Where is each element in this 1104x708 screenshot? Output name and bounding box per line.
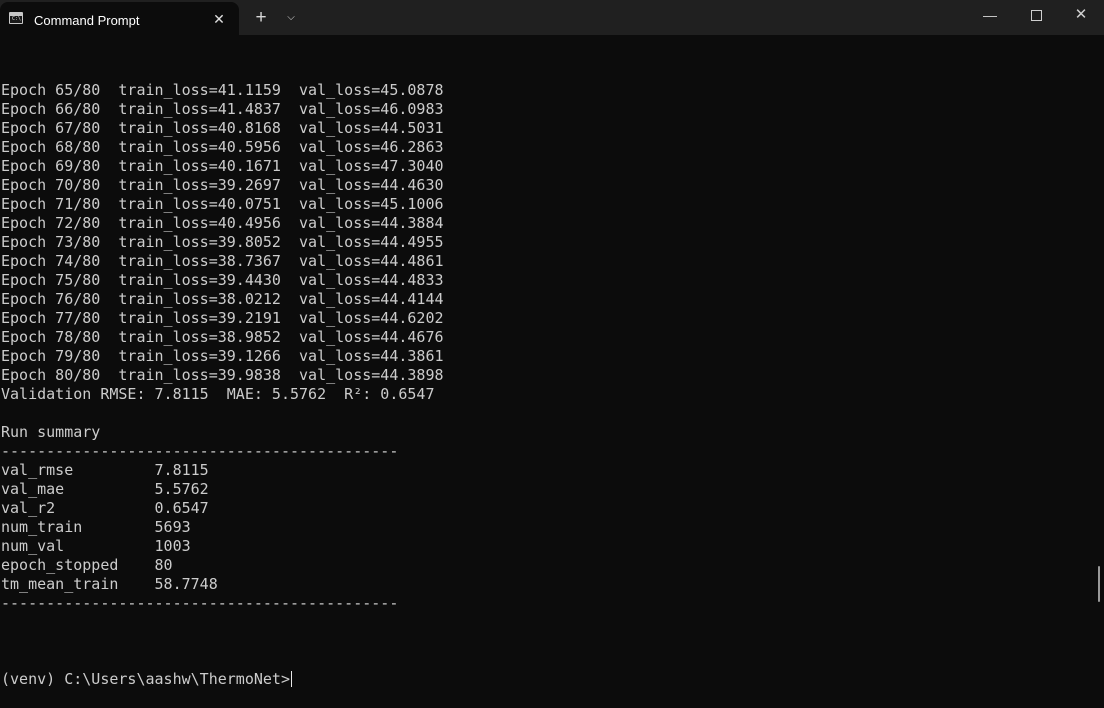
console-line: Epoch 74/80 train_loss=38.7367 val_loss=… [1, 252, 444, 270]
console-line: Epoch 71/80 train_loss=40.0751 val_loss=… [1, 195, 444, 213]
console-line: ----------------------------------------… [1, 442, 399, 460]
console-line: ----------------------------------------… [1, 594, 399, 612]
console-line: Epoch 70/80 train_loss=39.2697 val_loss=… [1, 176, 444, 194]
close-window-button[interactable]: ✕ [1058, 0, 1104, 32]
console-line: Epoch 78/80 train_loss=38.9852 val_loss=… [1, 328, 444, 346]
maximize-button[interactable] [1013, 0, 1059, 32]
prompt-text: (venv) C:\Users\aashw\ThermoNet> [1, 670, 290, 688]
scrollbar-thumb[interactable] [1098, 566, 1100, 602]
close-tab-icon[interactable]: ✕ [210, 10, 228, 28]
chevron-down-icon[interactable]: ⌵ [280, 8, 302, 28]
terminal-icon-text: C:\. [12, 16, 25, 22]
maximize-icon [1030, 10, 1042, 21]
console-line: Epoch 80/80 train_loss=39.9838 val_loss=… [1, 366, 444, 384]
terminal-icon: C:\. [9, 12, 25, 24]
console-line: Epoch 79/80 train_loss=39.1266 val_loss=… [1, 347, 444, 365]
console-line: epoch_stopped 80 [1, 556, 173, 574]
console-line: val_rmse 7.8115 [1, 461, 209, 479]
console-line: Epoch 76/80 train_loss=38.0212 val_loss=… [1, 290, 444, 308]
console-line: Epoch 69/80 train_loss=40.1671 val_loss=… [1, 157, 444, 175]
console-lines: Epoch 65/80 train_loss=41.1159 val_loss=… [1, 81, 1091, 632]
command-prompt-line[interactable]: (venv) C:\Users\aashw\ThermoNet> [1, 670, 1091, 689]
console-line: Epoch 65/80 train_loss=41.1159 val_loss=… [1, 81, 444, 99]
console-output[interactable]: Epoch 65/80 train_loss=41.1159 val_loss=… [1, 43, 1091, 708]
console-line: val_r2 0.6547 [1, 499, 209, 517]
console-line: tm_mean_train 58.7748 [1, 575, 218, 593]
console-line: Run summary [1, 423, 101, 441]
console-line: Epoch 72/80 train_loss=40.4956 val_loss=… [1, 214, 444, 232]
console-line: Epoch 66/80 train_loss=41.4837 val_loss=… [1, 100, 444, 118]
console-line: Validation RMSE: 7.8115 MAE: 5.5762 R²: … [1, 385, 435, 403]
new-tab-button[interactable]: + [250, 8, 272, 28]
text-cursor [290, 671, 292, 687]
console-line: num_train 5693 [1, 518, 191, 536]
console-line: Epoch 67/80 train_loss=40.8168 val_loss=… [1, 119, 444, 137]
minimize-button[interactable]: — [967, 0, 1013, 32]
console-line: Epoch 77/80 train_loss=39.2191 val_loss=… [1, 309, 444, 327]
tab-command-prompt[interactable]: C:\. Command Prompt ✕ [0, 2, 239, 35]
console-line: Epoch 75/80 train_loss=39.4430 val_loss=… [1, 271, 444, 289]
console-line: num_val 1003 [1, 537, 191, 555]
console-line: Epoch 68/80 train_loss=40.5956 val_loss=… [1, 138, 444, 156]
console-line: Epoch 73/80 train_loss=39.8052 val_loss=… [1, 233, 444, 251]
console-line: val_mae 5.5762 [1, 480, 209, 498]
tab-title: Command Prompt [34, 13, 140, 28]
title-bar: C:\. Command Prompt ✕ + ⌵ — ✕ [0, 0, 1104, 35]
